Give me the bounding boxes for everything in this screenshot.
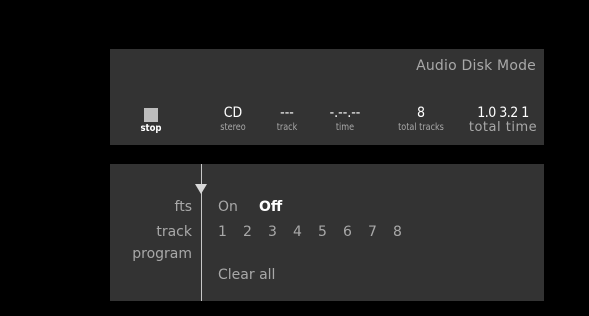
total-time-label: total time	[468, 120, 538, 135]
format-indicator: CD stereo	[213, 104, 253, 133]
track-option-6[interactable]: 6	[343, 224, 352, 240]
track-indicator: --- track	[271, 104, 303, 133]
format-value: CD	[223, 105, 243, 121]
track-value: ---	[280, 105, 294, 121]
fts-off-option[interactable]: Off	[259, 199, 282, 215]
fts-on-option[interactable]: On	[218, 199, 238, 215]
time-indicator: -.--.-- time	[318, 104, 372, 133]
track-row-label: track	[156, 224, 192, 240]
total-tracks-label: total tracks	[398, 122, 444, 133]
time-label: time	[335, 122, 355, 133]
stop-label: stop	[140, 123, 162, 134]
stop-button[interactable]: stop	[136, 105, 166, 134]
program-label: program	[132, 246, 192, 262]
stop-icon	[144, 108, 158, 122]
format-label: stereo	[220, 122, 246, 133]
track-option-7[interactable]: 7	[368, 224, 377, 240]
track-option-4[interactable]: 4	[293, 224, 302, 240]
total-time-indicator: 1.0 3.2 1 total time	[464, 104, 542, 135]
track-option-8[interactable]: 8	[393, 224, 402, 240]
status-panel: Audio Disk Mode stop CD stereo --- track…	[110, 49, 544, 145]
program-panel: fts track program On Off 1 2 3 4 5 6 7 8…	[110, 164, 544, 301]
track-option-5[interactable]: 5	[318, 224, 327, 240]
track-option-3[interactable]: 3	[268, 224, 277, 240]
fts-label: fts	[174, 199, 192, 215]
pointer-down-icon	[195, 184, 207, 194]
mode-title: Audio Disk Mode	[416, 58, 536, 74]
track-label: track	[276, 122, 298, 133]
total-tracks-value: 8	[416, 105, 425, 121]
time-value: -.--.--	[329, 105, 361, 121]
clear-all-button[interactable]: Clear all	[218, 267, 275, 283]
track-option-1[interactable]: 1	[218, 224, 227, 240]
track-option-2[interactable]: 2	[243, 224, 252, 240]
total-tracks-indicator: 8 total tracks	[388, 104, 454, 133]
